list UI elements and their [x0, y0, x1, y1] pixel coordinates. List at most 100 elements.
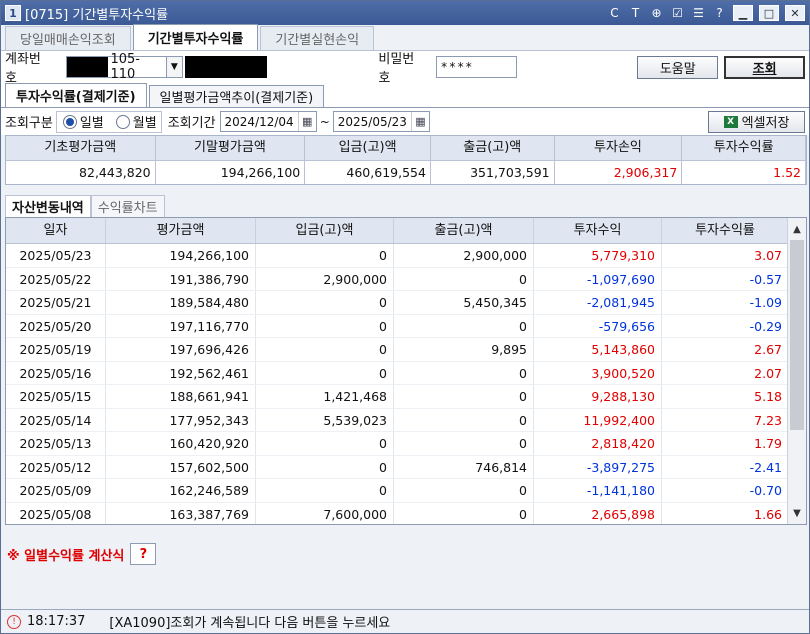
- cell-dep: 7,600,000: [256, 502, 394, 524]
- menu-icon[interactable]: ☰: [691, 6, 706, 21]
- summary-header-cell: 기초평가금액: [6, 136, 156, 160]
- minimize-button[interactable]: ▁: [733, 5, 753, 21]
- query-button[interactable]: 조회: [724, 55, 805, 79]
- summary-header: 기초평가금액 기말평가금액 입금(고)액 출금(고)액 투자손익 투자수익률: [6, 136, 806, 160]
- end-date-input[interactable]: 2025/05/23 ▦: [332, 111, 430, 132]
- table-row[interactable]: 2025/05/09 162,246,589 0 0 -1,141,180 -0.70: [6, 479, 806, 503]
- status-bar: ! 18:17:37 [XA1090]조회가 계속됩니다 다음 버튼을 누르세요: [1, 609, 809, 633]
- cell-eval: 192,562,461: [106, 361, 256, 384]
- excel-icon: X: [723, 115, 738, 128]
- text-icon[interactable]: T: [628, 6, 643, 21]
- column-header[interactable]: 평가금액: [106, 218, 256, 243]
- column-header[interactable]: 출금(고)액: [394, 218, 534, 243]
- cell-dep: 0: [256, 479, 394, 502]
- tab-daily-eval-trend[interactable]: 일별평가금액추이(결제기준): [148, 85, 325, 107]
- cell-date: 2025/05/20: [6, 314, 106, 337]
- tab-period-realized-pnl[interactable]: 기간별실현손익: [260, 26, 375, 50]
- summary-value-cell: 460,619,554: [305, 160, 431, 184]
- cell-rate: 1.66: [662, 502, 789, 524]
- password-label: 비밀번호: [378, 52, 415, 86]
- cell-dep: 0: [256, 338, 394, 361]
- column-header[interactable]: 투자수익: [534, 218, 662, 243]
- daily-radio-label[interactable]: 일별: [80, 112, 104, 131]
- cell-eval: 163,387,769: [106, 502, 256, 524]
- scroll-thumb[interactable]: [790, 240, 804, 430]
- account-number-masked: [67, 57, 109, 77]
- help-button[interactable]: 도움말: [637, 55, 719, 79]
- table-row[interactable]: 2025/05/21 189,584,480 0 5,450,345 -2,081,94…: [6, 291, 806, 315]
- maximize-button[interactable]: □: [759, 5, 779, 21]
- calendar-icon[interactable]: ▦: [410, 112, 429, 131]
- close-button[interactable]: ✕: [785, 5, 805, 21]
- cell-rate: -0.70: [662, 479, 789, 502]
- help-icon[interactable]: ?: [712, 6, 727, 21]
- cell-profit: -2,081,945: [534, 291, 662, 314]
- cell-date: 2025/05/21: [6, 291, 106, 314]
- cell-dep: 0: [256, 361, 394, 384]
- chevron-down-icon[interactable]: ▼: [165, 57, 182, 77]
- checkbox-icon[interactable]: ☑: [670, 6, 685, 21]
- cell-profit: 2,818,420: [534, 432, 662, 455]
- summary-header-cell: 투자수익률: [682, 136, 806, 160]
- account-select[interactable]: 105-110 ▼: [66, 52, 183, 82]
- period-type-radio-group: 일별 월별: [55, 110, 162, 133]
- column-header[interactable]: 투자수익률: [662, 218, 789, 243]
- cell-date: 2025/05/19: [6, 338, 106, 361]
- tab-daily-trade-pnl[interactable]: 당일매매손익조회: [5, 26, 131, 50]
- table-row[interactable]: 2025/05/22 191,386,790 2,900,000 0 -1,097,69…: [6, 267, 806, 291]
- table-row[interactable]: 2025/05/23 194,266,100 0 2,900,000 5,779,310…: [6, 244, 806, 268]
- cell-date: 2025/05/08: [6, 502, 106, 524]
- cell-rate: -2.41: [662, 455, 789, 478]
- formula-help-button[interactable]: ?: [130, 543, 157, 565]
- cell-dep: 0: [256, 455, 394, 478]
- cell-rate: 7.23: [662, 408, 789, 431]
- link-icon[interactable]: ⊕: [649, 6, 664, 21]
- tab-asset-changes[interactable]: 자산변동내역: [5, 195, 91, 217]
- tab-period-return[interactable]: 기간별투자수익률: [132, 24, 259, 50]
- cell-rate: 2.67: [662, 338, 789, 361]
- summary-value-cell: 2,906,317: [554, 160, 683, 184]
- scroll-up-icon[interactable]: ▲: [788, 218, 806, 240]
- copy-icon[interactable]: C: [607, 6, 622, 21]
- monthly-radio[interactable]: [115, 114, 130, 129]
- calendar-icon[interactable]: ▦: [297, 112, 316, 131]
- monthly-radio-label[interactable]: 월별: [133, 112, 157, 131]
- vertical-scrollbar[interactable]: ▲ ▼: [787, 218, 806, 524]
- column-header[interactable]: 일자: [6, 218, 106, 243]
- table-row[interactable]: 2025/05/14 177,952,343 5,539,023 0 11,992,40…: [6, 408, 806, 432]
- cell-date: 2025/05/22: [6, 267, 106, 290]
- scroll-down-icon[interactable]: ▼: [788, 502, 806, 524]
- table-row[interactable]: 2025/05/08 163,387,769 7,600,000 0 2,665,898…: [6, 502, 806, 524]
- summary-values: 82,443,820 194,266,100 460,619,554 351,7…: [6, 160, 806, 184]
- tab-return-settlement[interactable]: 투자수익률(결제기준): [5, 83, 147, 107]
- table-row[interactable]: 2025/05/20 197,116,770 0 0 -579,656 -0.29: [6, 314, 806, 338]
- excel-save-button[interactable]: X 엑셀저장: [708, 110, 805, 133]
- cell-profit: -1,141,180: [534, 479, 662, 502]
- daily-return-formula: ※ 일별수익률 계산식 ?: [7, 543, 809, 565]
- table-row[interactable]: 2025/05/12 157,602,500 0 746,814 -3,897,275-…: [6, 455, 806, 479]
- start-date-value: 2024/12/04: [224, 114, 294, 129]
- cell-eval: 197,116,770: [106, 314, 256, 337]
- table-row[interactable]: 2025/05/15 188,661,941 1,421,468 0 9,288,130…: [6, 385, 806, 409]
- cell-wd: 9,895: [394, 338, 534, 361]
- cell-dep: 2,900,000: [256, 267, 394, 290]
- start-date-input[interactable]: 2024/12/04 ▦: [219, 111, 317, 132]
- cell-wd: 0: [394, 267, 534, 290]
- password-input[interactable]: ****: [435, 56, 518, 78]
- table-row[interactable]: 2025/05/16 192,562,461 0 0 3,900,520 2.07: [6, 361, 806, 385]
- cell-rate: 2.07: [662, 361, 789, 384]
- cell-profit: -579,656: [534, 314, 662, 337]
- table-row[interactable]: 2025/05/19 197,696,426 0 9,895 5,143,860 2.67: [6, 338, 806, 362]
- daily-radio[interactable]: [62, 114, 77, 129]
- title-toolbar: C T ⊕ ☑ ☰ ? ▁ □ ✕: [607, 5, 805, 21]
- summary-header-cell: 기말평가금액: [155, 136, 306, 160]
- cell-profit: 5,143,860: [534, 338, 662, 361]
- window-title: [0715] 기간별투자수익률: [25, 7, 169, 23]
- tab-return-chart[interactable]: 수익률차트: [90, 195, 165, 217]
- cell-date: 2025/05/12: [6, 455, 106, 478]
- column-header[interactable]: 입금(고)액: [256, 218, 394, 243]
- query-type-label: 조회구분: [5, 116, 53, 131]
- summary-value-cell: 82,443,820: [6, 160, 156, 184]
- table-row[interactable]: 2025/05/13 160,420,920 0 0 2,818,420 1.79: [6, 432, 806, 456]
- account-row: 계좌번호 105-110 ▼ 비밀번호 **** 도움말 조회: [1, 50, 809, 86]
